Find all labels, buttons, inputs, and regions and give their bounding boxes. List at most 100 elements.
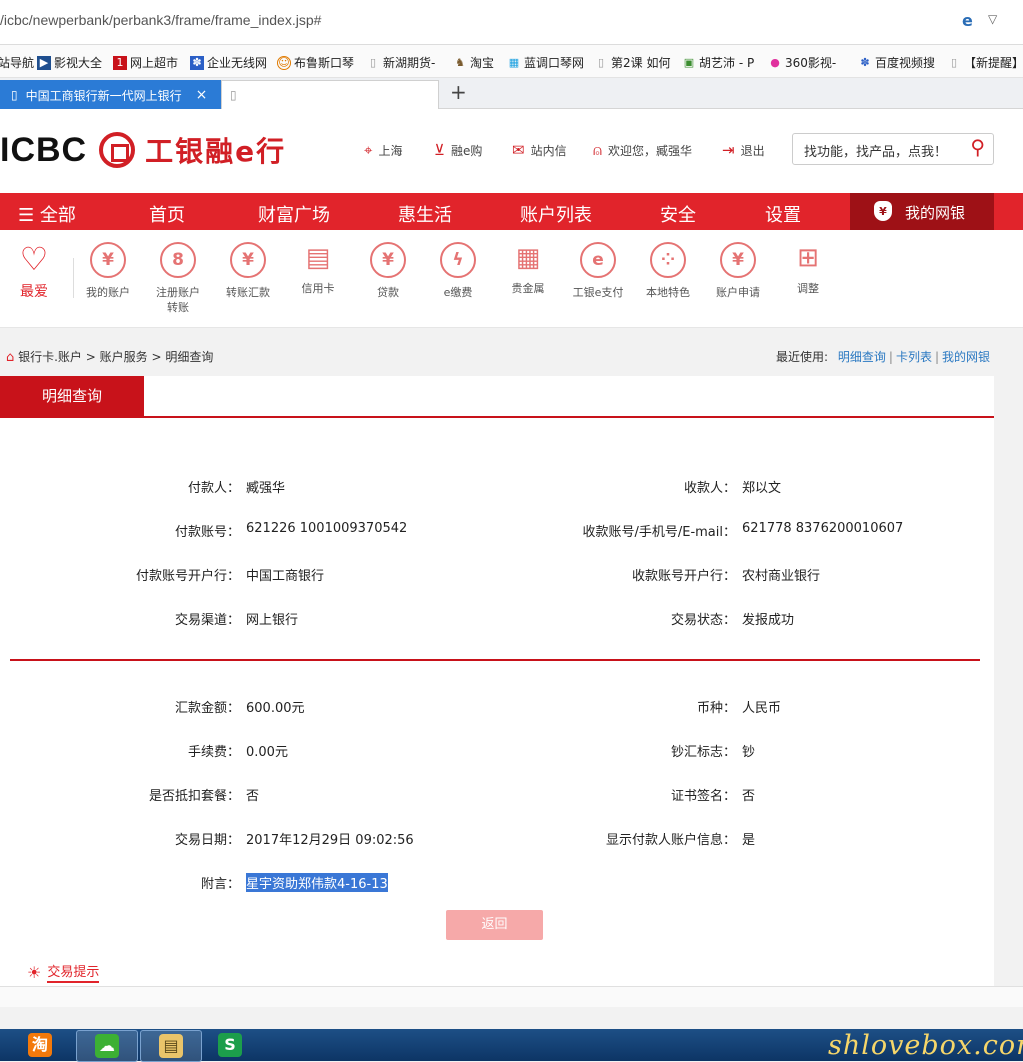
favorite-item[interactable]: ● 360影视- xyxy=(768,54,836,71)
location-link[interactable]: ⌖ 上海 xyxy=(364,141,402,159)
package-deduct-label: 是否抵扣套餐： xyxy=(148,789,240,804)
tab-detail-query[interactable]: 明细查询 xyxy=(0,376,144,416)
recent-link-detail[interactable]: 明细查询 xyxy=(838,350,886,364)
recent-link-my-ebank[interactable]: 我的网银 xyxy=(942,350,990,364)
new-tab-button[interactable]: + xyxy=(450,80,467,104)
favorite-item[interactable]: 1 网上超市 xyxy=(113,54,178,71)
logout-icon: ⇥ xyxy=(722,141,735,159)
browser-tab[interactable]: ▯ xyxy=(221,80,439,109)
url-field[interactable]: /icbc/newperbank/perbank3/frame/frame_in… xyxy=(0,12,321,28)
taskbar-wechat[interactable]: ☁ xyxy=(76,1030,138,1062)
breadcrumb-item: 明细查询 xyxy=(165,350,214,364)
quick-label: 贷款 xyxy=(377,286,399,299)
quick-my-account[interactable]: ¥ 我的账户 xyxy=(73,242,143,300)
exchange-icon: ¥ xyxy=(230,242,266,278)
paw-icon: ✽ xyxy=(860,55,870,69)
search-box[interactable]: 找功能，找产品，点我！ ⚲ xyxy=(792,133,994,165)
cash-flag-label: 钞汇标志： xyxy=(670,745,736,760)
taskbar-app[interactable]: S xyxy=(200,1030,260,1060)
favorites-bar: 站导航 ▶ 影视大全 1 网上超市 ✽ 企业无线网 ☺ 布鲁斯口琴 ▯ 新湖期货- ♞ 淘宝… xyxy=(0,45,1023,78)
favorite-item[interactable]: ▯ 第2课 如何 xyxy=(594,54,670,71)
icbc-seal-icon xyxy=(99,132,136,168)
chevron-down-icon[interactable]: ▽ xyxy=(988,12,997,26)
breadcrumb-item[interactable]: 账户服务 xyxy=(100,350,148,364)
favorite-item[interactable]: ✽ 企业无线网 xyxy=(190,54,267,71)
home-icon[interactable]: ⌂ xyxy=(6,350,14,365)
memo-value: 星宇资助郑伟款4-16-13 xyxy=(246,873,388,892)
nav-security[interactable]: 安全 xyxy=(660,201,696,227)
plus-box-icon: ⊞ xyxy=(797,243,819,273)
credit-card-icon: ▤ xyxy=(305,243,331,273)
quick-label: 我的账户 xyxy=(86,286,130,299)
favorites-button[interactable]: ♡ 最爱 xyxy=(14,242,54,301)
main-nav: ☰ 全部 首页 财富广场 惠生活 账户列表 安全 设置 ¥ 我的网银 xyxy=(0,193,1023,230)
dots-icon: ⁘ xyxy=(650,242,686,278)
favorite-label: 360影视- xyxy=(785,56,837,70)
nav-wealth[interactable]: 财富广场 xyxy=(258,201,330,227)
favorite-item[interactable]: ▶ 影视大全 xyxy=(37,54,102,71)
favorite-item[interactable]: ▯ 新湖期货- xyxy=(366,54,435,71)
my-ebank-label: 我的网银 xyxy=(905,204,966,222)
quick-credit-card[interactable]: ▤ 信用卡 xyxy=(283,242,353,296)
nav-home[interactable]: 首页 xyxy=(149,201,185,227)
cert-sign-value: 否 xyxy=(742,789,756,804)
search-input[interactable]: 找功能，找产品，点我！ xyxy=(804,141,947,160)
taskbar-explorer[interactable]: ▤ xyxy=(140,1030,202,1062)
quick-label: 转账汇款 xyxy=(226,286,270,299)
favorite-item[interactable]: ▦ 蓝调口琴网 xyxy=(507,54,584,71)
taskbar-taobao[interactable]: 淘 xyxy=(12,1030,72,1060)
favorite-item[interactable]: ▣ 胡艺沛 - P xyxy=(682,54,754,71)
inbox-link[interactable]: ✉ 站内信 xyxy=(512,141,567,159)
nav-settings[interactable]: 设置 xyxy=(765,201,801,227)
rong-e-gou-link[interactable]: ⊻ 融e购 xyxy=(434,141,482,159)
footer-strip xyxy=(0,986,1023,1007)
welcome-user[interactable]: ⍝ 欢迎您，臧强华 xyxy=(593,141,692,159)
browser-tab-active[interactable]: ▯ 中国工商银行新一代网上银行 × xyxy=(0,80,222,109)
favorite-item[interactable]: ♞ 淘宝 xyxy=(453,54,494,71)
nav-accounts[interactable]: 账户列表 xyxy=(520,201,592,227)
icbc-logo[interactable]: ICBC 工银融e行 xyxy=(0,129,286,171)
quick-registered-transfer[interactable]: 8 注册账户转账 xyxy=(143,242,213,315)
search-icon[interactable]: ⚲ xyxy=(970,135,985,159)
favorite-label: 淘宝 xyxy=(470,56,495,70)
payee-bank-label: 收款账号开户行： xyxy=(631,569,736,584)
page-icon: ▯ xyxy=(950,55,958,69)
recent-link-cards[interactable]: 卡列表 xyxy=(896,350,932,364)
quick-e-payment[interactable]: ϟ e缴费 xyxy=(423,242,493,300)
page-icon: ▯ xyxy=(369,55,377,69)
quick-label: 本地特色 xyxy=(646,286,690,299)
payer-label: 付款人： xyxy=(187,481,240,496)
quick-local-feature[interactable]: ⁘ 本地特色 xyxy=(633,242,703,300)
quick-precious-metal[interactable]: ▦ 贵金属 xyxy=(493,242,563,296)
menu-all[interactable]: ☰ 全部 xyxy=(18,201,76,227)
favorite-item[interactable]: ☺ 布鲁斯口琴 xyxy=(277,54,354,71)
quick-account-apply[interactable]: ¥ 账户申请 xyxy=(703,242,773,300)
breadcrumb-item[interactable]: 银行卡.账户 xyxy=(18,350,82,364)
nav-life[interactable]: 惠生活 xyxy=(398,201,452,227)
payer-account-label: 付款账号： xyxy=(174,525,240,540)
quick-transfer[interactable]: ¥ 转账汇款 xyxy=(213,242,283,300)
close-icon[interactable]: × xyxy=(196,87,208,103)
payee-account-label: 收款账号/手机号/E-mail： xyxy=(582,525,736,540)
memo-label: 附言： xyxy=(200,877,240,892)
payee-label: 收款人： xyxy=(683,481,736,496)
logout-link[interactable]: ⇥ 退出 xyxy=(722,141,765,159)
channel-label: 交易渠道： xyxy=(174,613,240,628)
date-label: 交易日期： xyxy=(174,833,240,848)
quick-label: 工银e支付 xyxy=(572,286,624,299)
windows-icon: ▦ xyxy=(508,55,520,69)
back-button[interactable]: 返回 xyxy=(446,910,543,940)
quick-loan[interactable]: ¥ 贷款 xyxy=(353,242,423,300)
ie-icon[interactable]: e xyxy=(962,11,973,30)
favorite-item[interactable]: ▯ 【新提醒】 xyxy=(947,54,1023,71)
hamburger-icon: ☰ xyxy=(18,205,35,226)
my-ebank-button[interactable]: ¥ 我的网银 xyxy=(850,193,994,230)
transaction-tips[interactable]: ☀ 交易提示 xyxy=(27,961,100,983)
favorite-item[interactable]: 站导航 xyxy=(0,54,34,71)
status-label: 交易状态： xyxy=(670,613,736,628)
yen-icon: ¥ xyxy=(720,242,756,278)
quick-adjust[interactable]: ⊞ 调整 xyxy=(773,242,843,296)
favorite-item[interactable]: ✽ 百度视频搜 xyxy=(858,54,935,71)
recent-used: 最近使用: 明细查询 | 卡列表 | 我的网银 xyxy=(776,350,991,364)
quick-icbc-e-pay[interactable]: e 工银e支付 xyxy=(563,242,633,300)
